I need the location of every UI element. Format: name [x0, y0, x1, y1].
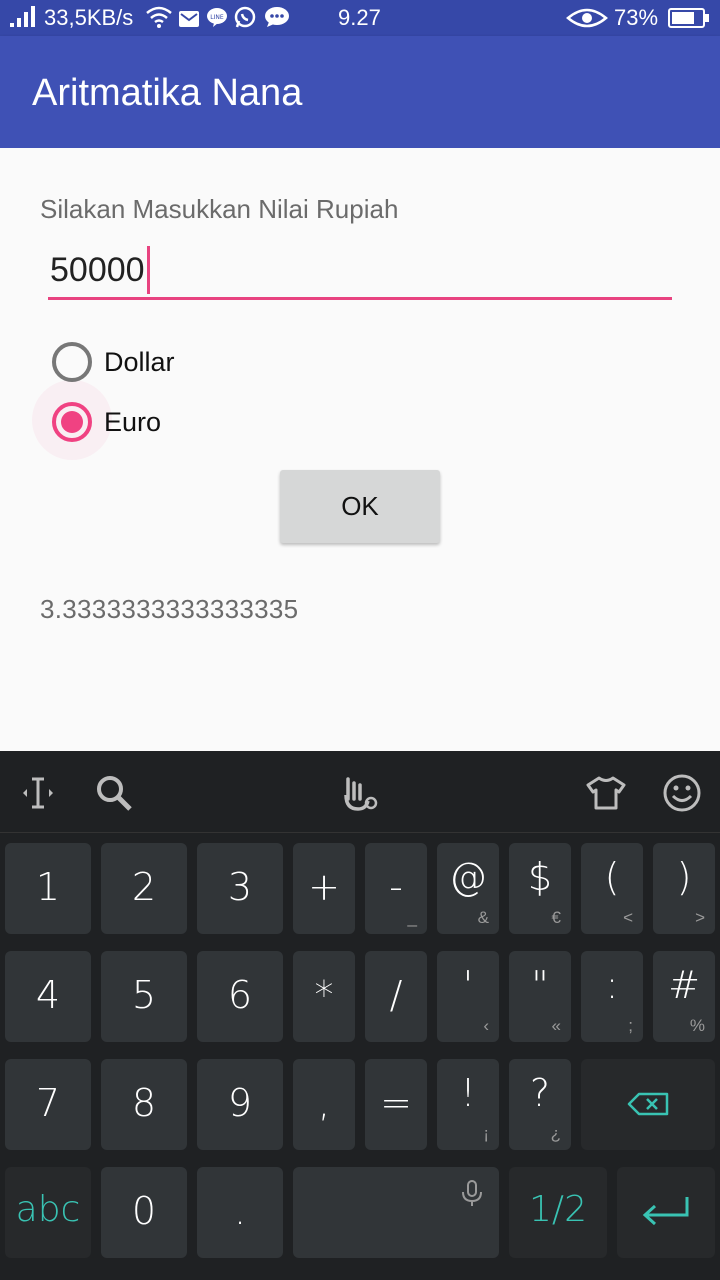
- key-open-paren[interactable]: (<: [581, 843, 643, 934]
- key-dollar[interactable]: $ €: [509, 843, 571, 934]
- key-7[interactable]: 7: [5, 1059, 91, 1150]
- symbols-page-key[interactable]: 1/2: [509, 1167, 607, 1258]
- key-0[interactable]: 0: [101, 1167, 187, 1258]
- key-apostrophe[interactable]: ' ‹: [437, 951, 499, 1042]
- key-comma[interactable]: ,: [293, 1059, 355, 1150]
- key-quote[interactable]: " «: [509, 951, 571, 1042]
- svg-text:LINE: LINE: [210, 14, 224, 21]
- keyboard-toolbar: [0, 751, 720, 833]
- backspace-key[interactable]: [581, 1059, 715, 1150]
- key-6[interactable]: 6: [197, 951, 283, 1042]
- mail-icon: [178, 8, 200, 34]
- wifi-icon: [146, 6, 172, 34]
- battery-icon: [668, 8, 710, 34]
- cursor-move-icon[interactable]: [18, 773, 58, 813]
- key-plus[interactable]: +: [293, 843, 355, 934]
- status-bar: 33,5KB/s LINE 9.27 73%: [0, 0, 720, 36]
- space-key[interactable]: [293, 1167, 499, 1258]
- ok-button[interactable]: OK: [280, 470, 440, 543]
- eye-icon: [566, 8, 608, 34]
- key-dot[interactable]: .: [197, 1167, 283, 1258]
- network-speed: 33,5KB/s: [44, 5, 134, 30]
- text-cursor: [147, 246, 150, 294]
- key-4[interactable]: 4: [5, 951, 91, 1042]
- key-2[interactable]: 2: [101, 843, 187, 934]
- search-icon[interactable]: [94, 773, 134, 813]
- signal-icon: [10, 5, 38, 33]
- key-1[interactable]: 1: [5, 843, 91, 934]
- key-at[interactable]: @ &: [437, 843, 499, 934]
- key-close-paren[interactable]: ) >: [653, 843, 715, 934]
- soft-keyboard: 1 2 3 + - _ @ & $ € (< ) > 4 5 6 * / ' ‹ " « :…: [0, 751, 720, 1280]
- radio-dollar-label: Dollar: [104, 346, 175, 377]
- microphone-icon: [459, 1179, 485, 1212]
- rupiah-prompt-label: Silakan Masukkan Nilai Rupiah: [40, 194, 399, 224]
- radio-dollar[interactable]: Dollar: [52, 342, 175, 382]
- key-equals[interactable]: =: [365, 1059, 427, 1150]
- line-icon: LINE: [206, 6, 228, 34]
- clock: 9.27: [338, 5, 381, 30]
- enter-icon: [641, 1195, 691, 1232]
- key-hash[interactable]: #%: [653, 951, 715, 1042]
- radio-euro-label: Euro: [104, 406, 162, 437]
- main-content: Silakan Masukkan Nilai Rupiah Dollar Eur…: [0, 148, 720, 751]
- key-colon[interactable]: :;: [581, 951, 643, 1042]
- emoji-icon[interactable]: [662, 773, 702, 813]
- theme-icon[interactable]: [586, 773, 626, 813]
- key-exclamation[interactable]: ! ¡: [437, 1059, 499, 1150]
- rupiah-input[interactable]: [48, 244, 672, 300]
- radio-button-checked[interactable]: [52, 402, 92, 442]
- radio-euro[interactable]: Euro: [52, 402, 161, 442]
- backspace-icon: [627, 1092, 669, 1121]
- key-asterisk[interactable]: *: [293, 951, 355, 1042]
- whatsapp-icon: [234, 6, 256, 34]
- enter-key[interactable]: [617, 1167, 715, 1258]
- key-question[interactable]: ? ¿: [509, 1059, 571, 1150]
- app-title: Aritmatika Nana: [32, 72, 303, 114]
- key-8[interactable]: 8: [101, 1059, 187, 1150]
- battery-percent: 73%: [614, 5, 659, 30]
- gesture-typing-icon[interactable]: [340, 773, 380, 813]
- conversion-result: 3.3333333333333335: [40, 594, 299, 624]
- key-9[interactable]: 9: [197, 1059, 283, 1150]
- abc-key[interactable]: abc: [5, 1167, 91, 1258]
- key-5[interactable]: 5: [101, 951, 187, 1042]
- chat-icon: [264, 6, 290, 34]
- key-minus[interactable]: - _: [365, 843, 427, 934]
- app-bar: Aritmatika Nana: [0, 36, 720, 148]
- key-3[interactable]: 3: [197, 843, 283, 934]
- key-slash[interactable]: /: [365, 951, 427, 1042]
- radio-button-unchecked[interactable]: [52, 342, 92, 382]
